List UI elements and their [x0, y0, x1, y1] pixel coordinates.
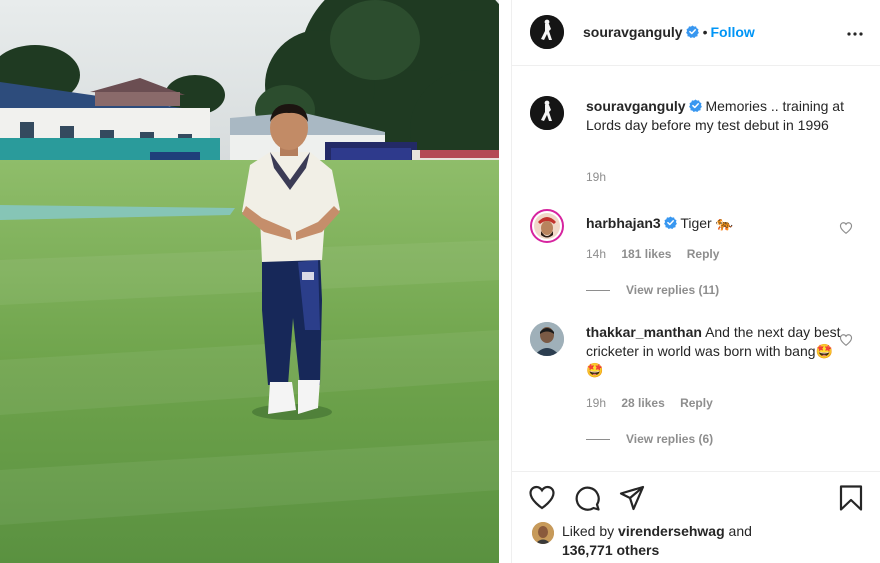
liked-by-prefix: Liked by — [562, 523, 615, 539]
verified-badge-icon — [663, 216, 677, 229]
likes-others-count[interactable]: 136,771 others — [562, 542, 659, 558]
paper-plane-icon[interactable] — [618, 484, 646, 512]
view-replies-button[interactable]: View replies (6) — [586, 432, 713, 446]
caption-owner-avatar[interactable] — [530, 96, 564, 130]
liker-avatar[interactable] — [532, 522, 554, 544]
follow-button[interactable]: Follow — [711, 24, 755, 40]
comment-time[interactable]: 14h — [586, 247, 606, 261]
likes-summary: Liked by virendersehwag and 136,771 othe… — [562, 522, 752, 560]
post-actions: Liked by virendersehwag and 136,771 othe… — [512, 471, 880, 563]
comments-list[interactable]: souravganguly Memories .. training at Lo… — [512, 67, 880, 471]
cricket-photo-image — [0, 0, 499, 563]
comment-username[interactable]: thakkar_manthan — [586, 324, 702, 340]
owner-avatar[interactable] — [530, 15, 564, 49]
liked-by-joiner: and — [728, 523, 752, 539]
replies-divider-line — [586, 439, 610, 441]
more-options-icon[interactable] — [845, 24, 865, 44]
heart-icon[interactable] — [528, 484, 556, 512]
verified-badge-icon — [688, 99, 702, 112]
comment-icon[interactable] — [573, 484, 601, 512]
post-side-panel: souravganguly • Follow souravganguly Memor… — [511, 0, 880, 563]
comment-text: Tiger 🐅 — [680, 215, 734, 231]
comment-username[interactable]: harbhajan3 — [586, 215, 661, 231]
header-user-line: souravganguly • Follow — [583, 24, 755, 40]
comment-text-block: thakkar_manthan And the next day best cr… — [586, 323, 848, 380]
comment-row: thakkar_manthan And the next day best cr… — [512, 322, 880, 446]
caption-meta: 19h — [586, 170, 618, 184]
post-photo[interactable] — [0, 0, 499, 563]
comment-likes[interactable]: 28 likes — [621, 396, 664, 410]
replies-divider-line — [586, 290, 610, 292]
commenter-avatar[interactable] — [530, 209, 564, 243]
comment-like-heart-icon[interactable] — [839, 221, 853, 235]
comment-meta: 14h 181 likes Reply — [586, 247, 731, 261]
comment-like-heart-icon[interactable] — [839, 333, 853, 347]
caption-row: souravganguly Memories .. training at Lo… — [512, 96, 880, 196]
owner-username[interactable]: souravganguly — [583, 24, 683, 40]
caption-username[interactable]: souravganguly — [586, 98, 686, 114]
post-header: souravganguly • Follow — [512, 0, 880, 66]
comment-text-block: harbhajan3 Tiger 🐅 — [586, 214, 848, 233]
commenter-avatar[interactable] — [530, 322, 564, 356]
comment-likes[interactable]: 181 likes — [621, 247, 671, 261]
separator-dot: • — [702, 24, 708, 40]
reply-button[interactable]: Reply — [680, 396, 713, 410]
view-replies-button[interactable]: View replies (11) — [586, 283, 719, 297]
liker-username[interactable]: virendersehwag — [618, 523, 725, 539]
view-replies-label: View replies (11) — [626, 283, 720, 297]
comment-meta: 19h 28 likes Reply — [586, 396, 725, 410]
bookmark-icon[interactable] — [837, 484, 865, 512]
caption-time[interactable]: 19h — [586, 170, 606, 184]
caption-text-block: souravganguly Memories .. training at Lo… — [586, 97, 848, 135]
comment-row: harbhajan3 Tiger 🐅 14h 181 likes Reply V… — [512, 208, 880, 300]
comment-time[interactable]: 19h — [586, 396, 606, 410]
verified-badge-icon — [685, 25, 699, 38]
view-replies-label: View replies (6) — [626, 432, 714, 446]
reply-button[interactable]: Reply — [687, 247, 720, 261]
